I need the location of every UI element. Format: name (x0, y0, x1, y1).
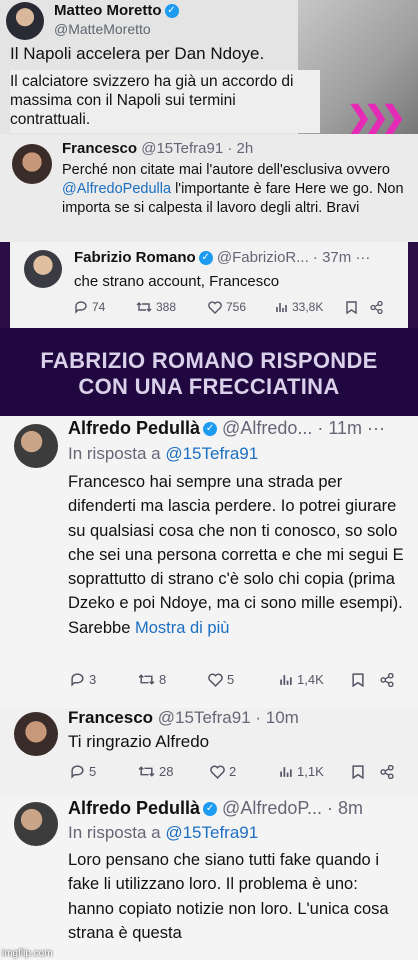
retweet-button[interactable]: 8 (138, 672, 208, 687)
reply-button[interactable]: 74 (74, 300, 136, 314)
bookmark-icon (352, 764, 364, 779)
reply-icon (71, 673, 84, 687)
retweet-icon (138, 674, 155, 685)
share-button[interactable] (380, 764, 394, 779)
like-button[interactable]: 5 (208, 672, 280, 687)
retweet-icon (136, 302, 152, 312)
bookmark-button[interactable] (352, 764, 380, 779)
tweet-text: Loro pensano che siano tutti fake quando… (68, 851, 389, 942)
tweet-text: Perché non citate mai l'autore dell'escl… (62, 162, 404, 216)
action-bar: 74 388 756 33,8K (74, 300, 383, 314)
tweet-text: che strano account, Francesco (74, 273, 280, 290)
verified-badge-icon: ✓ (203, 422, 218, 437)
avatar[interactable] (14, 712, 58, 756)
reply-context: In risposta a @15Tefra91 (68, 823, 259, 842)
tweet-card-pedulla-reply: Alfredo Pedullà ✓ @AlfredoP... · 8m In ri… (0, 796, 418, 960)
like-icon (208, 300, 222, 314)
bookmark-icon (346, 300, 357, 314)
reply-button[interactable]: 3 (70, 672, 138, 687)
author-name[interactable]: Francesco (62, 140, 137, 157)
banner-line-1: FABRIZIO ROMANO RISPONDE (40, 348, 378, 373)
like-icon (208, 673, 223, 687)
mention-link[interactable]: @AlfredoPedulla (62, 181, 171, 197)
like-icon (210, 765, 225, 779)
banner-line-2: CON UNA FRECCIATINA (78, 374, 340, 399)
share-icon (370, 300, 383, 314)
retweet-button[interactable]: 28 (138, 764, 210, 779)
tweet-meta: @15Tefra91 · 10m (157, 708, 299, 727)
author-handle[interactable]: @MatteMoretto (54, 21, 179, 37)
tweet-text: Ti ringrazio Alfredo (68, 732, 210, 751)
tweet-card-pedulla: Alfredo Pedullà ✓ @Alfredo... · 11m ··· I… (0, 416, 418, 708)
more-options-icon[interactable]: ··· (355, 249, 370, 266)
views-button[interactable]: 33,8K (276, 300, 346, 314)
reply-mention-link[interactable]: @15Tefra91 (165, 444, 258, 463)
avatar[interactable] (24, 250, 62, 288)
bookmark-button[interactable] (352, 672, 380, 687)
bookmark-button[interactable] (346, 300, 370, 314)
chevrons-graphic: ❯❯❯ (346, 101, 406, 134)
views-icon (276, 303, 287, 312)
author-name[interactable]: Francesco (68, 708, 153, 727)
tweet-meta: @AlfredoP... · 8m (222, 798, 364, 818)
avatar[interactable] (14, 802, 58, 846)
watermark: imgflip.com (2, 948, 53, 959)
more-options-icon[interactable]: ··· (367, 418, 385, 438)
views-icon (280, 675, 292, 685)
author-name[interactable]: Fabrizio Romano (74, 249, 196, 266)
caption-banner: FABRIZIO ROMANO RISPONDE CON UNA FRECCIA… (0, 328, 418, 416)
avatar[interactable] (14, 424, 58, 468)
reply-icon (75, 301, 87, 314)
share-button[interactable] (370, 300, 383, 314)
verified-badge-icon: ✓ (198, 251, 213, 266)
views-button[interactable]: 1,1K (280, 764, 352, 779)
action-bar: 3 8 5 1,4K (70, 672, 394, 687)
tweet-card-romano: Fabrizio Romano ✓ @FabrizioR... · 37m ···… (0, 242, 418, 328)
author-name[interactable]: Alfredo Pedullà (68, 418, 200, 438)
reply-mention-link[interactable]: @15Tefra91 (165, 823, 258, 842)
share-icon (380, 672, 394, 687)
tweet-meta: @15Tefra91 · 2h (141, 140, 254, 157)
tweet-text: Il calciatore svizzero ha già un accordo… (10, 70, 320, 133)
reply-context: In risposta a @15Tefra91 (68, 444, 259, 463)
tweet-card-moretto: ❯❯❯ Matteo Moretto ✓ @MatteMoretto Il Nap… (0, 0, 418, 134)
bookmark-icon (352, 672, 364, 687)
like-button[interactable]: 756 (208, 300, 276, 314)
avatar[interactable] (6, 2, 44, 40)
tweet-meta: @FabrizioR... · 37m (216, 249, 352, 266)
tweet-card-francesco-reply: Francesco @15Tefra91 · 10m Ti ringrazio … (0, 708, 418, 796)
like-button[interactable]: 2 (210, 764, 280, 779)
verified-badge-icon: ✓ (164, 4, 179, 19)
show-more-link[interactable]: Mostra di più (135, 619, 229, 637)
views-button[interactable]: 1,4K (280, 672, 352, 687)
share-button[interactable] (380, 672, 394, 687)
reply-icon (71, 765, 84, 779)
action-bar: 5 28 2 1,1K (70, 764, 394, 779)
author-name[interactable]: Alfredo Pedullà (68, 798, 200, 818)
verified-badge-icon: ✓ (203, 802, 218, 817)
views-icon (280, 767, 292, 777)
retweet-icon (138, 766, 155, 777)
tweet-card-francesco: Francesco @15Tefra91 · 2h Perché non cit… (0, 134, 418, 242)
tweet-text: Francesco hai sempre una strada per dife… (68, 473, 404, 637)
tweet-title: Il Napoli accelera per Dan Ndoye. (10, 44, 265, 63)
retweet-button[interactable]: 388 (136, 300, 208, 314)
tweet-meta: @Alfredo... · 11m (222, 418, 363, 438)
share-icon (380, 764, 394, 779)
avatar[interactable] (12, 144, 52, 184)
author-name[interactable]: Matteo Moretto (54, 2, 162, 19)
reply-button[interactable]: 5 (70, 764, 138, 779)
